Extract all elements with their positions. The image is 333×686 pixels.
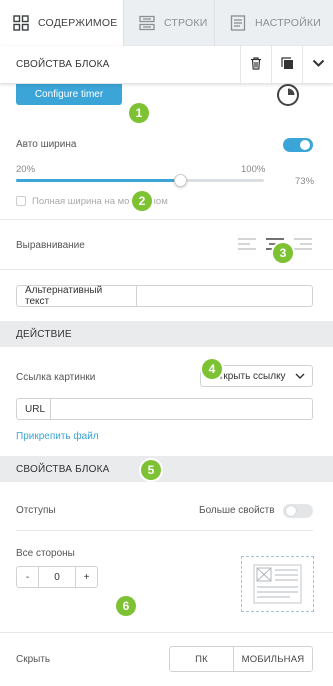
chevron-down-icon [312, 59, 325, 71]
width-slider[interactable] [16, 174, 264, 187]
action-section-header: ДЕЙСТВИЕ [0, 321, 333, 347]
block-properties-section-header: СВОЙСТВА БЛОКА [0, 456, 333, 482]
url-label: URL [17, 399, 51, 419]
slider-min-label: 20% [16, 164, 36, 175]
annotation-badge-2: 2 [132, 191, 152, 211]
tab-bar: СОДЕРЖИМОЕ СТРОКИ НАСТРОЙКИ [0, 0, 333, 46]
slider-value-label: 73% [295, 176, 315, 187]
image-link-label: Ссылка картинки [16, 372, 96, 383]
block-properties-title: СВОЙСТВА БЛОКА [16, 59, 110, 70]
delete-button[interactable] [240, 45, 271, 84]
slider-max-label: 100% [241, 164, 266, 175]
attach-file-link[interactable]: Прикрепить файл [16, 431, 99, 442]
hide-label: Скрыть [16, 654, 51, 665]
more-properties-label: Больше свойств [199, 505, 275, 516]
all-sides-value[interactable]: 0 [38, 567, 76, 587]
divider [16, 530, 313, 531]
slider-handle[interactable] [174, 174, 187, 187]
auto-width-label: Авто ширина [16, 139, 77, 150]
more-properties-toggle[interactable] [283, 504, 313, 518]
chevron-down-icon [295, 371, 305, 382]
hide-mobile-button[interactable]: МОБИЛЬНАЯ [234, 647, 312, 671]
toggle-knob [300, 140, 310, 150]
duplicate-icon [280, 56, 294, 73]
all-sides-label: Все стороны [16, 548, 75, 559]
collapse-button[interactable] [302, 45, 333, 84]
hide-device-toggle: ПК МОБИЛЬНАЯ [169, 646, 313, 672]
align-right-icon[interactable] [294, 238, 312, 253]
alt-text-label: Альтернативный текст [17, 285, 137, 307]
divider [0, 219, 333, 220]
tab-content-label: СОДЕРЖИМОЕ [38, 17, 118, 29]
padding-preview [241, 556, 314, 612]
tab-settings-label: НАСТРОЙКИ [255, 17, 321, 29]
tab-rows[interactable]: СТРОКИ [124, 0, 215, 46]
grid-icon [12, 14, 30, 32]
configure-timer-button[interactable]: Configure timer [16, 84, 122, 105]
divider [0, 269, 333, 270]
toggle-knob [286, 506, 296, 516]
rows-icon [138, 14, 156, 32]
image-link-select-value: Открыть ссылку [211, 370, 286, 382]
all-sides-stepper: - 0 + [16, 566, 98, 588]
settings-doc-icon [229, 14, 247, 32]
divider [0, 632, 333, 633]
alt-text-input-group: Альтернативный текст [16, 285, 313, 307]
block-properties-header: СВОЙСТВА БЛОКА [0, 45, 333, 84]
align-left-icon[interactable] [238, 238, 256, 253]
timer-icon[interactable] [275, 81, 301, 110]
auto-width-toggle[interactable] [283, 138, 313, 152]
alignment-label: Выравнивание [16, 240, 85, 251]
full-width-mobile-checkbox[interactable] [16, 196, 26, 206]
annotation-badge-6: 6 [116, 596, 136, 616]
content-block-preview-icon [253, 564, 302, 604]
increment-button[interactable]: + [76, 567, 97, 587]
slider-fill [16, 179, 180, 182]
tab-settings[interactable]: НАСТРОЙКИ [215, 0, 333, 46]
duplicate-button[interactable] [271, 45, 302, 84]
alt-text-input[interactable] [137, 286, 312, 306]
trash-icon [250, 56, 262, 73]
decrement-button[interactable]: - [17, 567, 38, 587]
annotation-badge-1: 1 [129, 103, 149, 123]
padding-label: Отступы [16, 505, 56, 516]
hide-desktop-button[interactable]: ПК [170, 647, 234, 671]
url-input-group: URL [16, 398, 313, 420]
annotation-badge-5: 5 [141, 460, 161, 480]
url-input[interactable] [51, 399, 312, 419]
tab-rows-label: СТРОКИ [164, 17, 208, 29]
tab-content[interactable]: СОДЕРЖИМОЕ [0, 0, 124, 46]
annotation-badge-3: 3 [273, 243, 293, 263]
annotation-badge-4: 4 [202, 359, 222, 379]
